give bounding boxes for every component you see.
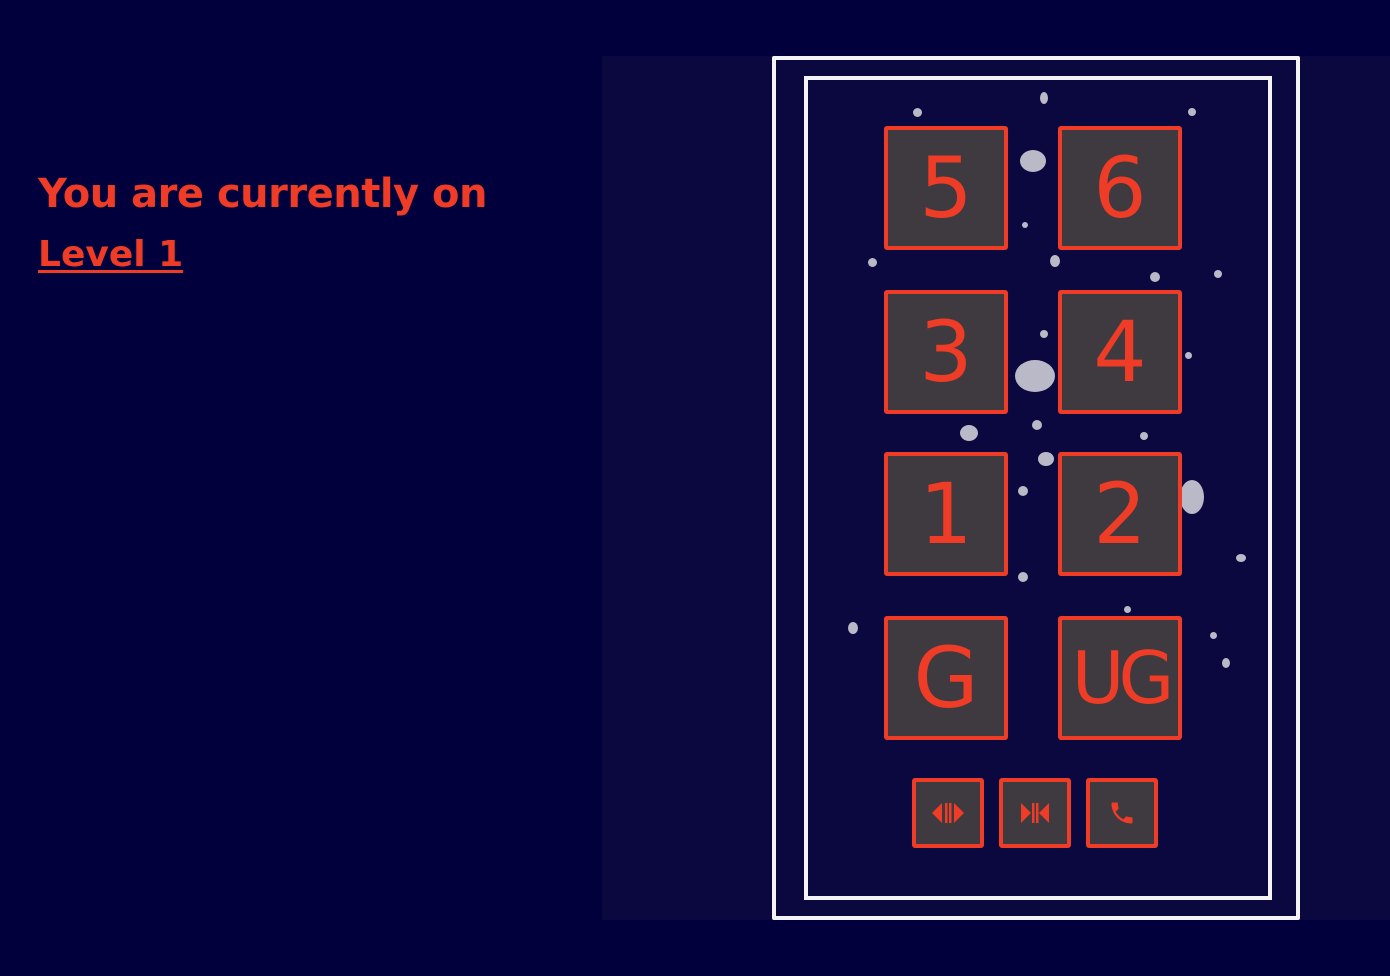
phone-icon — [1108, 799, 1136, 827]
floor-button-1[interactable]: 1 — [884, 452, 1008, 576]
floor-button-ug[interactable]: UG — [1058, 616, 1182, 740]
open-doors-icon — [928, 800, 968, 826]
floor-button-g[interactable]: G — [884, 616, 1008, 740]
current-level-link[interactable]: Level 1 — [38, 234, 183, 275]
status-prefix: You are currently on — [38, 171, 487, 217]
emergency-call-button[interactable] — [1086, 778, 1158, 848]
floor-button-3[interactable]: 3 — [884, 290, 1008, 414]
floor-button-5[interactable]: 5 — [884, 126, 1008, 250]
floor-button-6[interactable]: 6 — [1058, 126, 1182, 250]
close-doors-button[interactable] — [999, 778, 1071, 848]
close-doors-icon — [1015, 800, 1055, 826]
floor-button-2[interactable]: 2 — [1058, 452, 1182, 576]
floor-status: You are currently on Level 1 — [38, 168, 487, 275]
floor-button-4[interactable]: 4 — [1058, 290, 1182, 414]
open-doors-button[interactable] — [912, 778, 984, 848]
